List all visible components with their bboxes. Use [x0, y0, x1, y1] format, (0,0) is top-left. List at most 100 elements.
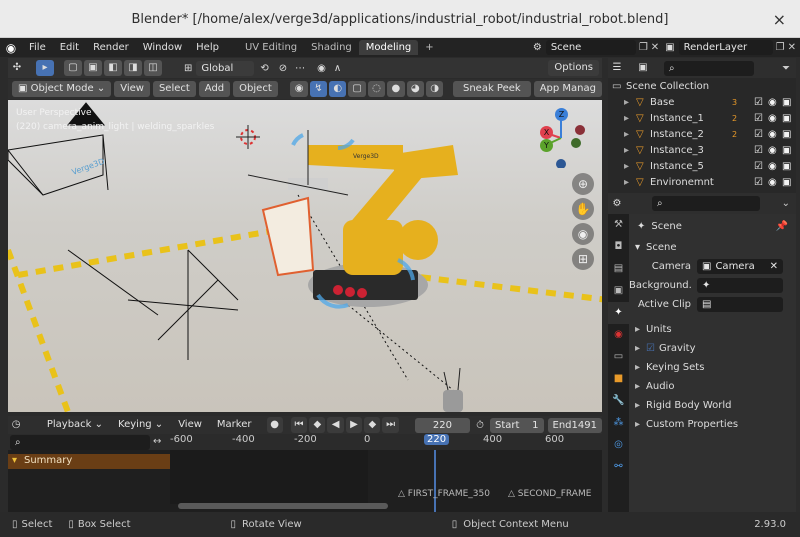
property-panel-header[interactable]: ▸ Units	[629, 320, 796, 339]
copy-layer-icon[interactable]: ❐	[776, 42, 785, 53]
display-mode-icon[interactable]: ▣	[634, 60, 652, 76]
playhead-label[interactable]: 220	[424, 434, 450, 445]
eye-icon[interactable]: ◉	[768, 97, 782, 108]
orientation-dropdown[interactable]: Global	[196, 60, 255, 76]
camera-icon[interactable]: ▣	[782, 177, 796, 188]
select-box-icon[interactable]: ▢	[64, 60, 82, 76]
visibility-icon[interactable]: ◉	[290, 81, 308, 97]
filter-icon[interactable]: ⏷	[782, 63, 790, 74]
physics-tab-icon[interactable]: ◎	[608, 434, 629, 456]
menu-render[interactable]: Render	[86, 42, 136, 53]
property-panel-header[interactable]: ▸ Keying Sets	[629, 358, 796, 377]
particles-tab-icon[interactable]: ⁂	[608, 412, 629, 434]
select-intersect-icon[interactable]: ◫	[144, 60, 162, 76]
falloff-icon[interactable]: ∧	[334, 63, 341, 74]
keying-menu[interactable]: Keying ⌄	[112, 417, 169, 433]
sparkle-plane[interactable]	[261, 196, 315, 277]
outliner-item[interactable]: ▸ ▽ Instance_1 2 ☑ ◉ ▣	[608, 110, 796, 126]
stopwatch-icon[interactable]: ⏱	[476, 420, 484, 431]
light-object[interactable]	[67, 249, 239, 360]
object-tab-icon[interactable]: ■	[608, 368, 629, 390]
3d-viewport[interactable]: Verge3D Verge3D User Perspective (220) c…	[8, 100, 602, 412]
shading-wire-icon[interactable]: ◌	[367, 81, 386, 97]
pan-hand-icon[interactable]: ✋	[572, 198, 594, 220]
current-frame-field[interactable]: 220	[414, 417, 471, 433]
gizmo-icon[interactable]: ↯	[309, 81, 328, 97]
channel-search[interactable]: ⌕ ↔	[8, 434, 170, 450]
checkbox-icon[interactable]: ☑	[754, 113, 768, 124]
eye-icon[interactable]: ◉	[768, 129, 782, 140]
pin-icon[interactable]: 📌	[776, 221, 788, 232]
outliner-search-input[interactable]: ⌕	[664, 60, 754, 76]
select-subtract-icon[interactable]: ◧	[104, 60, 122, 76]
tool-tab-icon[interactable]: ⚒	[608, 214, 629, 236]
expand-icon[interactable]: ▸	[624, 145, 636, 156]
outliner-item[interactable]: ▸ ▽ Instance_2 2 ☑ ◉ ▣	[608, 126, 796, 142]
object-menu[interactable]: Object	[233, 81, 278, 97]
camera-icon[interactable]: ▣	[782, 97, 796, 108]
navigation-gizmo[interactable]: X Y Z	[536, 108, 596, 169]
eye-icon[interactable]: ◉	[768, 113, 782, 124]
orientation-icon[interactable]: ⊞	[184, 63, 192, 74]
menu-file[interactable]: File	[22, 42, 53, 53]
xray-icon[interactable]: ▢	[348, 81, 366, 97]
checkbox-icon[interactable]: ☑	[754, 129, 768, 140]
camera-view-icon[interactable]: ◉	[572, 223, 594, 245]
select-tool-icon[interactable]: ▸	[36, 60, 54, 76]
expand-icon[interactable]: ▸	[624, 161, 636, 172]
scene-tab-icon[interactable]: ✦	[608, 302, 629, 324]
summary-channel[interactable]: ▾ Summary	[8, 454, 170, 469]
modifier-tab-icon[interactable]: 🔧	[608, 390, 629, 412]
next-key-icon[interactable]: ◆	[364, 417, 381, 433]
pivot-icon[interactable]: ⟲	[260, 63, 268, 74]
properties-options-icon[interactable]: ⌄	[782, 198, 790, 209]
menu-window[interactable]: Window	[136, 42, 189, 53]
play-reverse-icon[interactable]: ◀	[327, 417, 344, 433]
copy-scene-icon[interactable]: ❐	[639, 42, 648, 53]
snap-target-icon[interactable]: ⋯	[295, 63, 305, 74]
proportional-edit-icon[interactable]: ◉	[317, 63, 326, 74]
playhead-line[interactable]	[434, 450, 436, 512]
play-icon[interactable]: ▶	[345, 417, 363, 433]
output-tab-icon[interactable]: ▤	[608, 258, 629, 280]
options-dropdown[interactable]: Options	[548, 60, 599, 76]
outliner-item[interactable]: ▸ ▽ Base 3 ☑ ◉ ▣	[608, 94, 796, 110]
eye-icon[interactable]: ◉	[768, 177, 782, 188]
x-axis-icon[interactable]: X	[540, 126, 553, 139]
scene-field[interactable]: Scene	[545, 40, 636, 55]
camera-icon[interactable]: ▣	[782, 161, 796, 172]
sneak-peek-button[interactable]: Sneak Peek	[452, 81, 531, 97]
tab-shading[interactable]: Shading	[304, 40, 359, 55]
add-workspace-button[interactable]: +	[418, 40, 440, 55]
background-field[interactable]: ✦	[697, 278, 783, 293]
render-layer-field[interactable]: RenderLayer	[678, 40, 773, 55]
object-mode-dropdown[interactable]: ▣ Object Mode ⌄	[12, 81, 112, 97]
tab-uv-editing[interactable]: UV Editing	[238, 40, 304, 55]
playback-menu[interactable]: Playback ⌄	[41, 417, 109, 433]
overlay-icon[interactable]: ◐	[329, 81, 347, 97]
render-tab-icon[interactable]: ◘	[608, 236, 629, 258]
menu-edit[interactable]: Edit	[53, 42, 86, 53]
y-axis-icon[interactable]: Y	[540, 139, 553, 152]
timeline-view-menu[interactable]: View	[172, 417, 208, 433]
lamp-object[interactable]	[443, 367, 463, 412]
scene-collection-row[interactable]: ▭ Scene Collection	[608, 78, 796, 94]
checkbox-icon[interactable]: ☑	[754, 145, 768, 156]
scene-panel-header[interactable]: ▾ Scene	[629, 238, 796, 257]
active-clip-field[interactable]: ▤	[697, 297, 783, 312]
end-frame-field[interactable]: End 1491	[547, 417, 602, 433]
z-axis-icon[interactable]: Z	[555, 108, 568, 121]
marker-first[interactable]: △ FIRST_FRAME_350	[398, 489, 490, 499]
frame-ruler[interactable]: -600 -400 -200 0 220 400 600	[170, 434, 602, 450]
expand-icon[interactable]: ▸	[624, 129, 636, 140]
menu-help[interactable]: Help	[189, 42, 226, 53]
tab-modeling[interactable]: Modeling	[358, 40, 419, 55]
outliner-item[interactable]: ▸ ▽ Instance_5 ☑ ◉ ▣	[608, 158, 796, 174]
camera-field[interactable]: ▣ Camera ✕	[697, 259, 783, 274]
outliner-item[interactable]: ▸ ▽ Instance_3 ☑ ◉ ▣	[608, 142, 796, 158]
property-panel-header[interactable]: ▸ ☑ Gravity	[629, 339, 796, 358]
expand-icon[interactable]: ▸	[624, 177, 636, 188]
jump-start-icon[interactable]: ⏮	[290, 417, 308, 433]
select-extend-icon[interactable]: ▣	[84, 60, 102, 76]
outliner-item[interactable]: ▸ ▽ Environemnt ☑ ◉ ▣	[608, 174, 796, 190]
